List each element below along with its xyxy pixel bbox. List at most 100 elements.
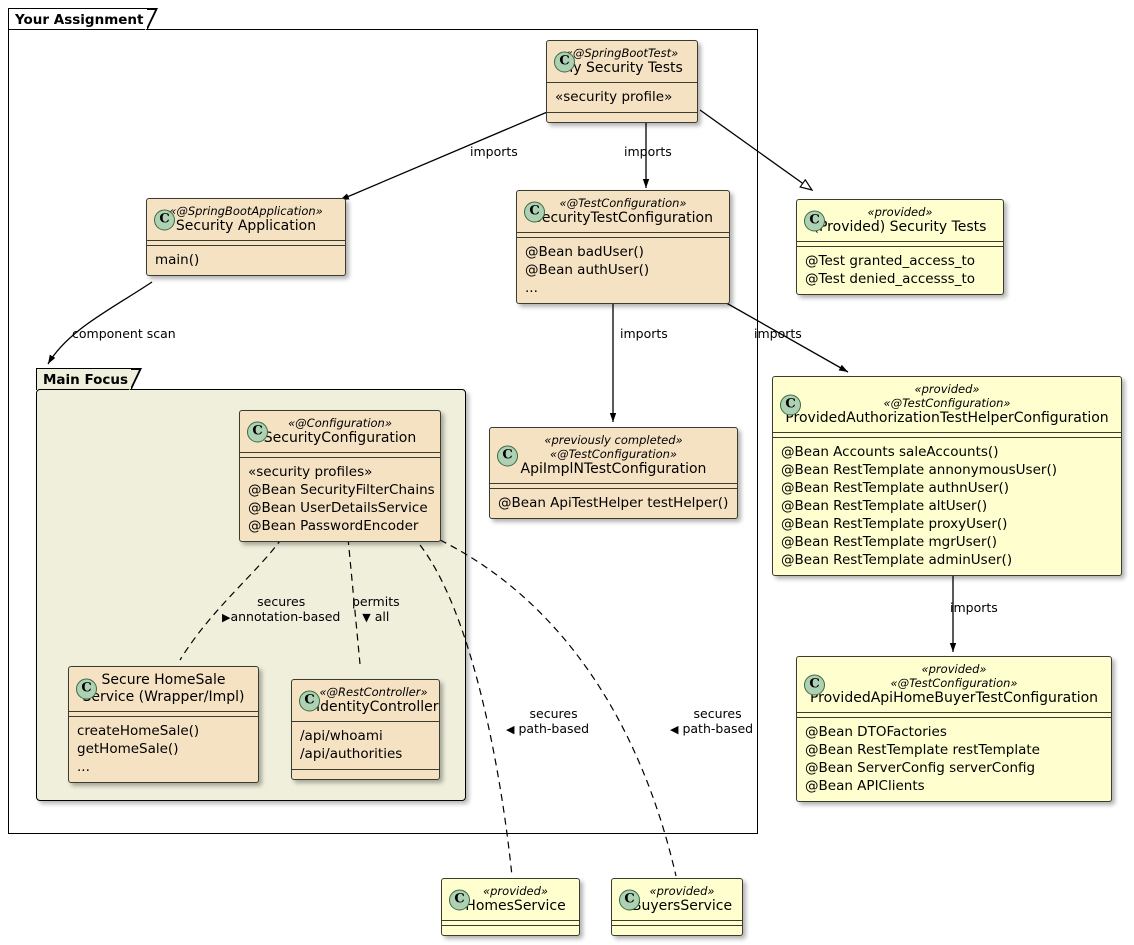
class-icon: C <box>554 51 575 72</box>
class-icon: C <box>76 678 97 700</box>
member: @Bean ServerConfig serverConfig <box>805 760 1036 776</box>
class-provided-security-tests-header: C «provided» (Provided) Security Tests <box>797 200 1003 241</box>
class-my-security-tests-members: «security profile» <box>547 83 697 112</box>
class-security-test-configuration-stereotype: «@TestConfiguration» <box>559 196 687 210</box>
class-secure-home-sale-service-header: C Secure HomeSale Service (Wrapper/Impl) <box>69 667 258 711</box>
class-icon: C <box>299 690 320 711</box>
class-security-application-stereotype: «@SpringBootApplication» <box>169 204 323 218</box>
arrow-down-icon: ▼ <box>362 611 371 624</box>
class-provided-security-tests-name: (Provided) Security Tests <box>813 219 987 235</box>
member: createHomeSale() <box>77 723 200 739</box>
class-security-configuration-name: SecurityConfiguration <box>263 430 417 446</box>
class-my-security-tests-stereotype: «@SpringBootTest» <box>565 46 679 60</box>
class-provided-security-tests[interactable]: C «provided» (Provided) Security Tests @… <box>796 199 1004 295</box>
edge-label-component-scan: component scan <box>72 326 176 341</box>
edge-label-imports-testcfg: imports <box>624 144 672 159</box>
edge-label-imports-apihomebuyer: imports <box>950 600 998 615</box>
member: @Bean RestTemplate proxyUser() <box>781 516 1008 532</box>
class-secure-home-sale-service[interactable]: C Secure HomeSale Service (Wrapper/Impl)… <box>68 666 259 783</box>
edge-label-secures-annotation-top: secures <box>257 594 306 609</box>
member: @Bean UserDetailsService <box>248 500 428 516</box>
member: @Bean authUser() <box>525 262 650 278</box>
member: ... <box>77 759 90 775</box>
class-security-test-configuration-members: @Bean badUser() @Bean authUser() ... <box>517 238 729 303</box>
member: getHomeSale() <box>77 741 179 757</box>
edge-label-secures-path-buyers-top: secures <box>693 706 742 721</box>
class-security-test-configuration[interactable]: C «@TestConfiguration» SecurityTestConfi… <box>516 190 730 304</box>
class-homes-service[interactable]: C «provided» HomesService <box>441 878 580 936</box>
class-security-application-name: Security Application <box>175 218 317 234</box>
class-icon: C <box>247 421 268 442</box>
member: @Bean SecurityFilterChains <box>248 482 435 498</box>
class-icon: C <box>497 445 518 466</box>
edge-label-imports-apiimpl: imports <box>620 326 668 341</box>
edge-label-secures-annotation-bottom: ▶annotation-based <box>222 609 341 624</box>
member: @Bean RestTemplate annonymousUser() <box>781 462 1057 478</box>
edge-label-secures-path-buyers: secures ◀ path-based <box>670 706 753 737</box>
class-security-test-configuration-header: C «@TestConfiguration» SecurityTestConfi… <box>517 191 729 232</box>
class-api-impl-n-test-configuration-name: ApiImplNTestConfiguration <box>520 461 707 477</box>
class-icon: C <box>619 889 640 910</box>
class-provided-authorization-test-helper-configuration-name: ProvidedAuthorizationTestHelperConfigura… <box>785 410 1109 426</box>
class-provided-api-home-buyer-test-configuration-stereotype-1: «provided» <box>921 662 987 676</box>
package-your-assignment-label: Your Assignment <box>15 12 144 28</box>
class-identity-controller-members: /api/whoami /api/authorities <box>292 722 439 769</box>
class-security-configuration[interactable]: C «@Configuration» SecurityConfiguration… <box>239 410 441 542</box>
class-provided-security-tests-members: @Test granted_access_to @Test denied_acc… <box>797 247 1003 294</box>
class-identity-controller[interactable]: C «@RestController» IdentityController /… <box>291 679 440 780</box>
member: /api/authorities <box>300 746 403 762</box>
class-security-application-header: C «@SpringBootApplication» Security Appl… <box>147 199 345 240</box>
member: @Bean ApiTestHelper testHelper() <box>498 495 729 511</box>
class-icon: C <box>449 889 470 910</box>
class-my-security-tests[interactable]: C «@SpringBootTest» My Security Tests «s… <box>546 40 698 123</box>
class-security-configuration-stereotype: «@Configuration» <box>288 416 392 430</box>
class-secure-home-sale-service-name-line2: Service (Wrapper/Impl) <box>82 689 245 705</box>
member: @Bean APIClients <box>805 778 925 794</box>
class-provided-authorization-test-helper-configuration[interactable]: C «provided» «@TestConfiguration» Provid… <box>772 376 1122 576</box>
edge-label-secures-annotation: secures ▶annotation-based <box>222 594 340 625</box>
member: @Bean RestTemplate altUser() <box>781 498 988 514</box>
member: @Test granted_access_to <box>805 253 976 269</box>
edge-label-secures-path-homes-top: secures <box>529 706 578 721</box>
edge-label-imports-app: imports <box>470 144 518 159</box>
class-my-security-tests-name: My Security Tests <box>561 60 683 76</box>
class-homes-service-header: C «provided» HomesService <box>442 879 579 920</box>
class-api-impl-n-test-configuration-stereotype-2: «@TestConfiguration» <box>549 447 678 461</box>
member: @Bean RestTemplate restTemplate <box>805 742 1040 758</box>
edge-label-secures-path-buyers-bottom: ◀ path-based <box>670 721 754 736</box>
class-icon: C <box>154 209 175 230</box>
class-security-application-members: main() <box>147 246 345 275</box>
member: «security profiles» <box>248 464 373 480</box>
class-security-configuration-members: «security profiles» @Bean SecurityFilter… <box>240 458 440 541</box>
class-buyers-service-header: C «provided» BuyersService <box>612 879 742 920</box>
arrow-left-icon: ◀ <box>506 723 515 736</box>
diagram-canvas: Your Assignment Main Focus imports impor… <box>0 0 1134 945</box>
class-secure-home-sale-service-members: createHomeSale() getHomeSale() ... <box>69 717 258 782</box>
member: @Bean badUser() <box>525 244 644 260</box>
class-provided-authorization-test-helper-configuration-members: @Bean Accounts saleAccounts() @Bean Rest… <box>773 438 1121 575</box>
class-api-impl-n-test-configuration-stereotype-1: «previously completed» <box>544 433 683 447</box>
class-icon: C <box>524 201 545 222</box>
class-provided-api-home-buyer-test-configuration[interactable]: C «provided» «@TestConfiguration» Provid… <box>796 656 1112 802</box>
member: @Bean RestTemplate mgrUser() <box>781 534 998 550</box>
edge-label-permits-all: permits ▼ all <box>352 594 400 625</box>
class-security-application[interactable]: C «@SpringBootApplication» Security Appl… <box>146 198 346 276</box>
member: main() <box>155 252 200 268</box>
member: @Bean Accounts saleAccounts() <box>781 444 999 460</box>
class-buyers-service[interactable]: C «provided» BuyersService <box>611 878 743 936</box>
edge-label-permits-all-top: permits <box>352 594 400 609</box>
class-provided-authorization-test-helper-configuration-stereotype-2: «@TestConfiguration» <box>883 396 1011 410</box>
class-icon: C <box>780 394 801 415</box>
class-icon: C <box>804 674 825 695</box>
class-security-configuration-header: C «@Configuration» SecurityConfiguration <box>240 411 440 452</box>
class-api-impl-n-test-configuration[interactable]: C «previously completed» «@TestConfigura… <box>489 427 738 519</box>
class-homes-service-empty-compartment <box>442 926 579 935</box>
package-main-focus-label: Main Focus <box>43 372 129 388</box>
member: @Bean PasswordEncoder <box>248 518 419 534</box>
class-security-test-configuration-name: SecurityTestConfiguration <box>532 210 713 226</box>
member: @Test denied_accesss_to <box>805 271 976 287</box>
class-api-impl-n-test-configuration-header: C «previously completed» «@TestConfigura… <box>490 428 737 483</box>
class-provided-api-home-buyer-test-configuration-name: ProvidedApiHomeBuyerTestConfiguration <box>809 690 1099 706</box>
package-main-focus-tab: Main Focus <box>36 367 142 391</box>
class-icon: C <box>804 210 825 231</box>
